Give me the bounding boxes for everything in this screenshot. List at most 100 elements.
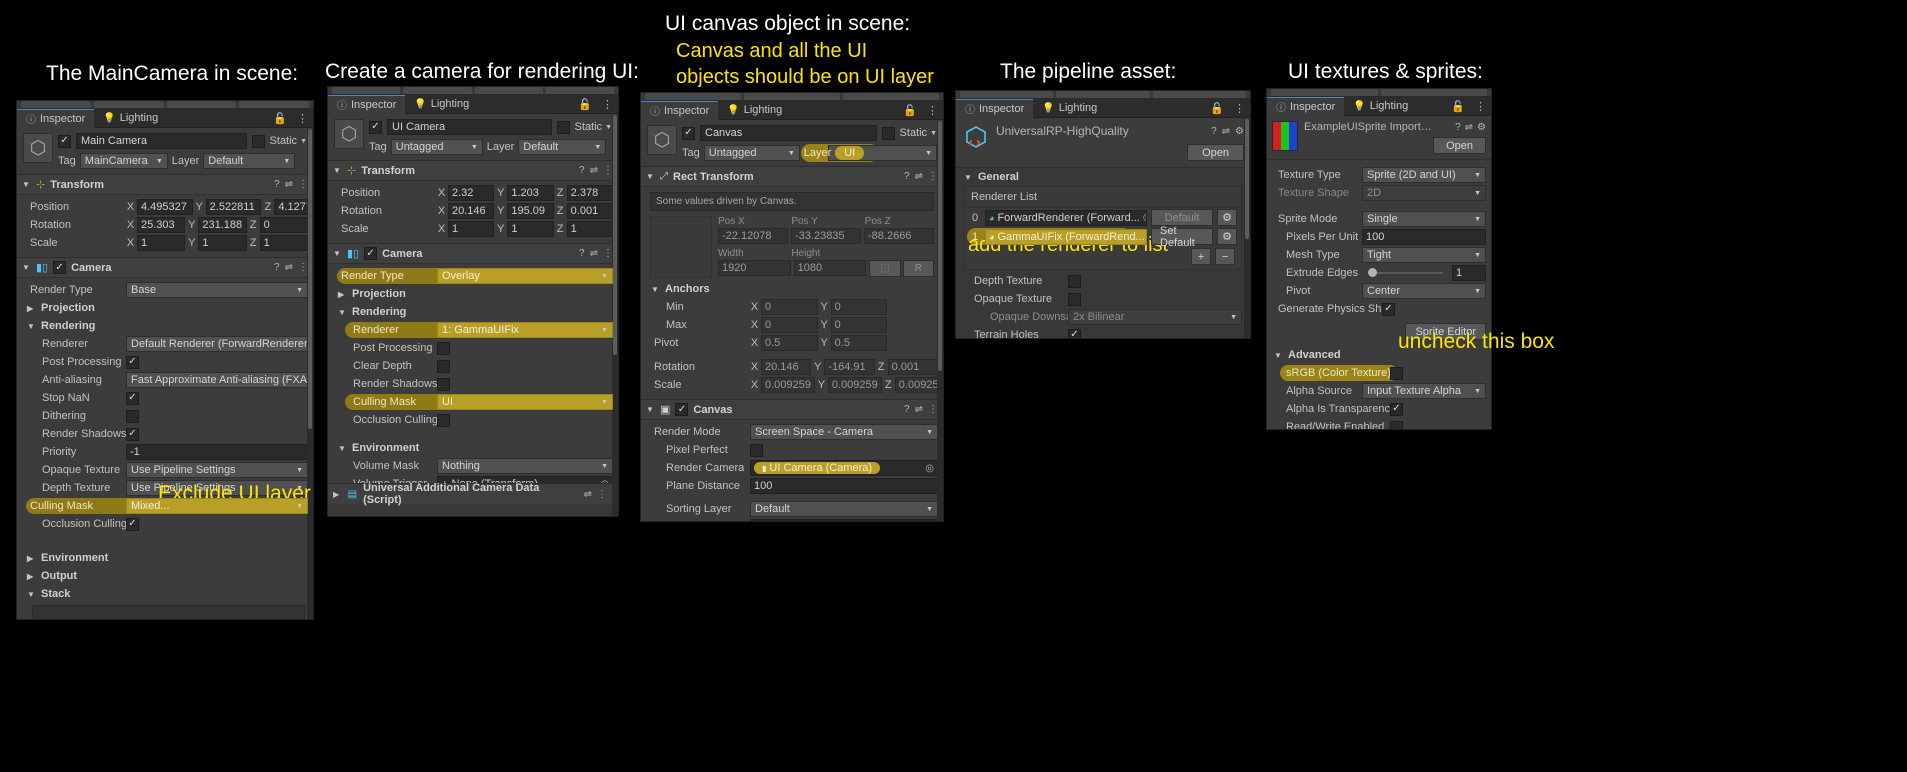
layer-dropdown[interactable]: Default▼ [518,139,606,155]
rect-rotation-y-field[interactable]: -164.91 [824,359,874,375]
gameobject-icon[interactable]: ⬡ [23,133,53,163]
tag-dropdown[interactable]: MainCamera▼ [80,153,168,169]
enabled-checkbox[interactable]: ✓ [369,121,382,134]
foldout-icon[interactable]: ▼ [333,166,342,175]
preset-icon[interactable]: ⇌ [285,262,293,273]
foldout-environment[interactable]: ▶Environment [22,549,308,567]
foldout-projection[interactable]: ▶Projection [333,285,613,303]
dithering-checkbox[interactable]: ✓ [126,410,139,423]
tab-lighting[interactable]: 💡 Lighting [1033,99,1106,118]
clear-depth-checkbox[interactable]: ✓ [437,360,450,373]
static-checkbox[interactable]: ✓ [882,127,895,140]
kebab-menu-icon[interactable]: ⋮ [922,104,943,117]
opaque-texture-checkbox[interactable]: ✓ [1068,293,1081,306]
object-name-field[interactable]: Main Camera [76,133,247,149]
kebab-menu-icon[interactable]: ⋮ [1470,100,1491,113]
kebab-menu-icon[interactable]: ⋮ [597,489,607,500]
tag-dropdown[interactable]: Untagged▼ [704,145,800,161]
scale-y-field[interactable]: 1 [198,235,246,251]
foldout-icon[interactable]: ▼ [22,263,31,272]
rect-scale-x-field[interactable]: 0.009259 [761,377,815,393]
priority-field[interactable]: -1 [126,444,308,460]
layer-dropdown[interactable]: Default▼ [203,153,295,169]
pos-x-field[interactable]: -22.12078 [718,228,788,244]
stop-nan-checkbox[interactable]: ✓ [126,392,139,405]
pivot-x-field[interactable]: 0.5 [761,335,818,351]
lock-icon[interactable]: 🔓 [898,104,922,117]
kebab-menu-icon[interactable]: ⋮ [1229,102,1250,115]
tab-inspector[interactable]: ⓘ Inspector [956,99,1033,118]
scale-x-field[interactable]: 1 [448,221,494,237]
open-button[interactable]: Open [1433,137,1486,154]
culling-mask-dropdown[interactable]: UI▼ [437,394,613,410]
gear-icon[interactable]: ⚙ [1217,209,1237,226]
renderer-set-default-button[interactable]: Set Default [1151,228,1213,245]
sorting-layer-dropdown[interactable]: Default▼ [750,501,938,517]
scale-y-field[interactable]: 1 [507,221,553,237]
texture-type-dropdown[interactable]: Sprite (2D and UI)▼ [1362,167,1486,183]
foldout-icon[interactable]: ▼ [646,405,655,414]
mesh-type-dropdown[interactable]: Tight▼ [1362,247,1486,263]
object-picker-icon[interactable]: ◎ [925,463,934,474]
position-z-field[interactable]: 2.378 [567,185,613,201]
render-mode-dropdown[interactable]: Screen Space - Camera▼ [750,424,938,440]
gameobject-icon[interactable]: ⬡ [334,119,364,149]
renderer-remove-button[interactable]: − [1215,248,1235,265]
render-camera-value[interactable]: UI Camera (Camera) [769,462,872,474]
component-header-additional-camera-data[interactable]: ▶ ▤ Universal Additional Camera Data (Sc… [328,483,612,504]
gear-icon[interactable]: ⚙ [1477,122,1486,133]
preset-icon[interactable]: ⇌ [1222,126,1230,137]
scrollbar-vertical[interactable] [1244,119,1250,338]
occlusion-culling-checkbox[interactable]: ✓ [437,414,450,427]
component-header-camera[interactable]: ▼ ▮▯ ✓ Camera ?⇌⋮ [328,243,618,264]
tag-dropdown[interactable]: Untagged▼ [391,139,483,155]
position-x-field[interactable]: 2.32 [448,185,494,201]
anti-aliasing-dropdown[interactable]: Fast Approximate Anti-aliasing (FXAA)▼ [126,372,314,388]
help-icon[interactable]: ? [1211,126,1217,137]
tab-lighting[interactable]: 💡 Lighting [405,95,478,114]
srgb-checkbox[interactable]: ✓ [1390,367,1403,380]
renderer-dropdown[interactable]: Default Renderer (ForwardRenderer)▼ [126,336,314,352]
scale-z-field[interactable]: 1 [567,221,613,237]
component-header-camera[interactable]: ▼ ▮▯ ✓ Camera ?⇌⋮ [17,257,313,278]
opaque-texture-dropdown[interactable]: Use Pipeline Settings▼ [126,462,308,478]
render-shadows-checkbox[interactable]: ✓ [437,378,450,391]
foldout-stack[interactable]: ▼Stack [22,585,308,603]
volume-mask-dropdown[interactable]: Nothing▼ [437,458,613,474]
component-header-transform[interactable]: ▼ ⊹ Transform ?⇌⋮ [328,160,618,181]
tab-inspector[interactable]: ⓘ Inspector [1267,97,1344,116]
foldout-icon[interactable]: ▼ [333,249,342,258]
lock-icon[interactable]: 🔓 [268,112,292,125]
foldout-projection[interactable]: ▶Projection [22,299,308,317]
rect-rotation-z-field[interactable]: 0.001 [888,359,938,375]
camera-enabled-checkbox[interactable]: ✓ [53,261,66,274]
occlusion-culling-checkbox[interactable]: ✓ [126,518,139,531]
preset-icon[interactable]: ⇌ [590,248,598,259]
preset-icon[interactable]: ⇌ [915,171,923,182]
extrude-edges-field[interactable]: 1 [1452,265,1486,281]
help-icon[interactable]: ? [904,171,910,182]
rotation-x-field[interactable]: 20.146 [448,203,494,219]
rotation-y-field[interactable]: 231.188 [198,217,246,233]
pivot-y-field[interactable]: 0.5 [831,335,888,351]
open-button[interactable]: Open [1187,144,1244,161]
raw-edit-mode-button[interactable]: R [903,260,934,277]
foldout-rendering[interactable]: ▼Rendering [333,303,613,321]
preset-icon[interactable]: ⇌ [285,179,293,190]
kebab-menu-icon[interactable]: ⋮ [597,98,618,111]
help-icon[interactable]: ? [579,165,585,176]
enabled-checkbox[interactable]: ✓ [682,127,695,140]
rotation-z-field[interactable]: 0 [260,217,308,233]
anchor-max-x-field[interactable]: 0 [761,317,818,333]
object-name-field[interactable]: Canvas [700,125,877,141]
alpha-source-dropdown[interactable]: Input Texture Alpha▼ [1362,383,1486,399]
tab-lighting[interactable]: 💡 Lighting [94,109,167,128]
component-header-rect-transform[interactable]: ▼ ⤢ Rect Transform ?⇌⋮ [641,166,943,187]
pos-z-field[interactable]: -88.2666 [864,228,934,244]
render-type-dropdown[interactable]: Base▼ [126,282,308,298]
foldout-output[interactable]: ▶Output [22,567,308,585]
generate-physics-checkbox[interactable]: ✓ [1382,303,1395,316]
component-header-transform[interactable]: ▼ ⊹ Transform ?⇌⋮ [17,174,313,195]
renderer-add-button[interactable]: + [1191,248,1211,265]
preset-icon[interactable]: ⇌ [590,165,598,176]
